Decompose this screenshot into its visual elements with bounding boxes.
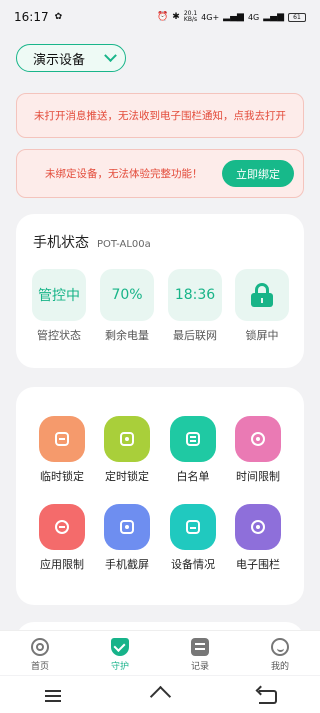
profile-icon bbox=[271, 638, 289, 656]
lock-icon bbox=[251, 283, 273, 307]
signal-bars-icon: ▂▄▆ bbox=[223, 11, 244, 22]
nav-me[interactable]: 我的 bbox=[250, 638, 310, 672]
unbound-notice-text: 未绑定设备，无法体验完整功能！ bbox=[45, 168, 203, 180]
nav-home[interactable]: 首页 bbox=[10, 638, 70, 672]
stat-value: 18:36 bbox=[174, 287, 216, 303]
whitelist-icon bbox=[170, 416, 216, 462]
device-info-icon bbox=[170, 504, 216, 550]
home-icon bbox=[31, 638, 49, 656]
unbound-notice-banner: 未绑定设备，无法体验完整功能！ 立即绑定 bbox=[16, 149, 304, 198]
func-device-info[interactable]: 设备情况 bbox=[163, 504, 223, 572]
stat-value-box: 管控中 bbox=[32, 269, 86, 321]
menu-icon[interactable] bbox=[41, 686, 65, 704]
func-app-limit[interactable]: 应用限制 bbox=[32, 504, 92, 572]
network-speed: 20.1 KB/s bbox=[183, 10, 198, 24]
func-label: 电子围栏 bbox=[236, 558, 280, 571]
stat-battery: 70% 剩余电量 bbox=[100, 269, 154, 343]
stat-label: 最后联网 bbox=[173, 329, 217, 342]
chevron-down-icon bbox=[104, 48, 117, 62]
nav-label: 我的 bbox=[270, 662, 289, 672]
time-limit-icon bbox=[235, 416, 281, 462]
records-icon bbox=[191, 638, 209, 656]
screenshot-icon bbox=[104, 504, 150, 550]
status-bar-left: 16:17 ✿ bbox=[14, 10, 62, 24]
home-button-icon[interactable] bbox=[148, 686, 172, 704]
func-time-limit[interactable]: 时间限制 bbox=[228, 416, 288, 484]
back-icon[interactable] bbox=[255, 686, 279, 704]
nav-records[interactable]: 记录 bbox=[170, 638, 230, 672]
shield-icon bbox=[111, 638, 129, 656]
func-label: 手机截屏 bbox=[105, 558, 149, 571]
status-bar: 16:17 ✿ ⏰ ✱ 20.1 KB/s 4G+ ▂▄▆ 4G ▂▄▆ 61 bbox=[0, 0, 320, 34]
system-nav-bar bbox=[0, 676, 320, 713]
stat-label: 剩余电量 bbox=[105, 329, 149, 342]
signal-bars-icon-2: ▂▄▆ bbox=[263, 11, 284, 22]
func-label: 设备情况 bbox=[171, 558, 215, 571]
timer-lock-icon bbox=[104, 416, 150, 462]
push-notice-banner[interactable]: 未打开消息推送，无法收到电子围栏通知，点我去打开 bbox=[16, 93, 304, 138]
stat-last-online: 18:36 最后联网 bbox=[168, 269, 222, 343]
stat-value: 70% bbox=[111, 287, 143, 303]
func-geofence[interactable]: 电子围栏 bbox=[228, 504, 288, 572]
stat-control-status: 管控中 管控状态 bbox=[32, 269, 86, 343]
battery-level: 61 bbox=[293, 13, 301, 21]
stat-value: 管控中 bbox=[38, 288, 80, 304]
func-label: 定时锁定 bbox=[105, 470, 149, 483]
bluetooth-icon: ✱ bbox=[172, 11, 180, 22]
bind-now-button[interactable]: 立即绑定 bbox=[222, 160, 294, 187]
func-label: 白名单 bbox=[176, 470, 210, 483]
phone-model: POT-AL00a bbox=[97, 239, 151, 250]
func-screenshot[interactable]: 手机截屏 bbox=[97, 504, 157, 572]
stat-value-box: 18:36 bbox=[168, 269, 222, 321]
status-time: 16:17 bbox=[14, 10, 49, 24]
bottom-nav: 首页 守护 记录 我的 bbox=[0, 630, 320, 675]
stat-label: 锁屏中 bbox=[245, 329, 279, 342]
nav-label: 守护 bbox=[110, 662, 129, 672]
network-speed-unit: KB/s bbox=[183, 16, 198, 23]
battery-icon: 61 bbox=[288, 12, 306, 22]
device-selector[interactable]: 演示设备 bbox=[16, 44, 126, 72]
stat-value-box bbox=[235, 269, 289, 321]
notification-icon: ✿ bbox=[54, 11, 63, 22]
nav-guard[interactable]: 守护 bbox=[90, 638, 150, 672]
phone-status-title: 手机状态 bbox=[33, 235, 89, 251]
functions-card: 临时锁定 定时锁定 白名单 时间限制 应用限制 手机截屏 设备情况 电子围栏 bbox=[16, 387, 304, 605]
stat-value-box: 70% bbox=[100, 269, 154, 321]
func-timer-lock[interactable]: 定时锁定 bbox=[97, 416, 157, 484]
signal-4g-plus: 4G+ bbox=[201, 12, 220, 22]
func-label: 时间限制 bbox=[236, 470, 280, 483]
temp-lock-icon bbox=[39, 416, 85, 462]
func-whitelist[interactable]: 白名单 bbox=[163, 416, 223, 484]
func-label: 临时锁定 bbox=[40, 470, 84, 483]
stat-screen-locked: 锁屏中 bbox=[235, 269, 289, 343]
alarm-icon: ⏰ bbox=[157, 11, 169, 22]
signal-4g: 4G bbox=[247, 12, 260, 22]
stat-label: 管控状态 bbox=[37, 329, 81, 342]
status-bar-right: ⏰ ✱ 20.1 KB/s 4G+ ▂▄▆ 4G ▂▄▆ 61 bbox=[157, 10, 306, 24]
device-selector-label: 演示设备 bbox=[33, 52, 86, 68]
push-notice-text: 未打开消息推送，无法收到电子围栏通知，点我去打开 bbox=[34, 110, 286, 122]
app-limit-icon bbox=[39, 504, 85, 550]
func-label: 应用限制 bbox=[40, 558, 84, 571]
phone-status-card: 手机状态 POT-AL00a 管控中 管控状态 70% 剩余电量 18:36 最… bbox=[16, 214, 304, 368]
phone-status-header: 手机状态 POT-AL00a bbox=[33, 232, 151, 252]
nav-label: 首页 bbox=[30, 662, 49, 672]
geofence-icon bbox=[235, 504, 281, 550]
func-temp-lock[interactable]: 临时锁定 bbox=[32, 416, 92, 484]
nav-label: 记录 bbox=[190, 662, 209, 672]
